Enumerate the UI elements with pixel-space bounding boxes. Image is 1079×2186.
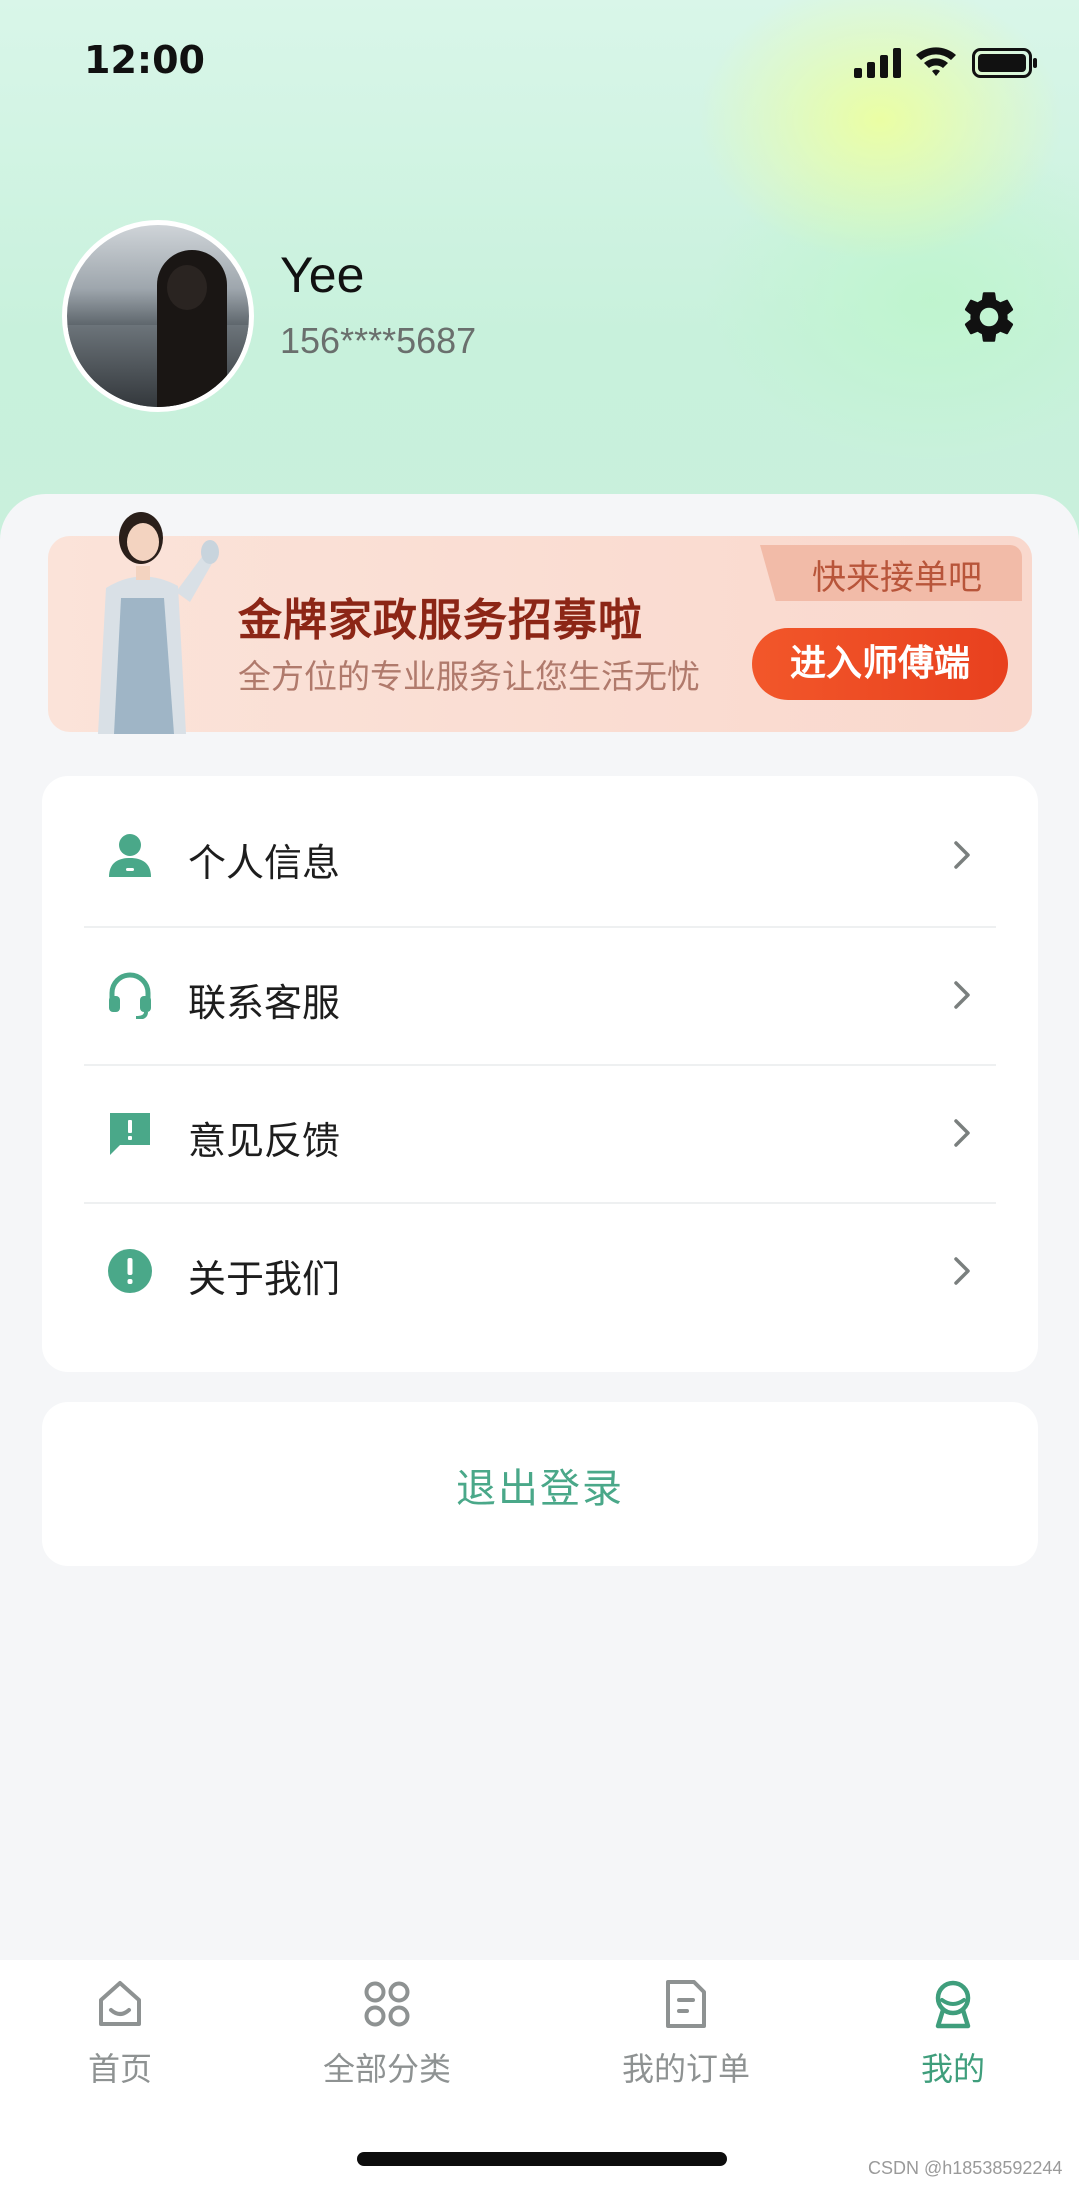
tab-home[interactable]: 首页: [20, 1978, 220, 2098]
logout-button[interactable]: 退出登录: [42, 1402, 1038, 1566]
avatar[interactable]: [62, 220, 254, 412]
home-icon: [99, 1981, 141, 2026]
menu-card: 个人信息 联系客服 意见反馈 关于我们: [42, 776, 1038, 1372]
menu-item-label: 个人信息: [188, 841, 341, 885]
status-bar: 12:00: [0, 0, 1079, 120]
tab-label: 我的: [920, 2050, 985, 2088]
signal-icon: [854, 48, 901, 78]
menu-item-label: 关于我们: [188, 1257, 341, 1301]
feedback-icon: [110, 1113, 150, 1155]
logout-label: 退出登录: [456, 1466, 624, 1512]
menu-item-customer-service[interactable]: 联系客服: [42, 926, 1038, 1064]
settings-icon[interactable]: [958, 286, 1020, 348]
user-phone: 156****5687: [280, 320, 477, 361]
home-indicator: [357, 2152, 727, 2166]
enter-master-button[interactable]: 进入师傅端: [752, 628, 1008, 700]
banner-title: 金牌家政服务招募啦: [238, 595, 643, 646]
battery-icon: [972, 48, 1037, 78]
menu-item-about-us[interactable]: 关于我们: [42, 1202, 1038, 1340]
tab-my-orders[interactable]: 我的订单: [586, 1978, 786, 2098]
tab-label: 全部分类: [322, 2050, 451, 2088]
tab-all-categories[interactable]: 全部分类: [287, 1978, 487, 2098]
headset-icon: [109, 972, 151, 1019]
chevron-right-icon: [954, 1119, 970, 1147]
watermark: CSDN @h18538592244: [868, 2158, 1063, 2178]
housekeeper-illustration: [98, 512, 219, 734]
profile-icon: [935, 1980, 971, 2029]
chevron-right-icon: [954, 981, 970, 1009]
menu-item-personal-info[interactable]: 个人信息: [42, 786, 1038, 924]
banner-subtitle: 全方位的专业服务让您生活无忧: [238, 657, 700, 696]
chevron-right-icon: [954, 841, 970, 869]
tab-label: 首页: [87, 2050, 152, 2088]
person-icon: [109, 834, 151, 877]
user-name: Yee: [280, 247, 365, 303]
category-icon: [364, 1981, 410, 2027]
tab-label: 我的订单: [621, 2050, 750, 2088]
tab-mine[interactable]: 我的: [853, 1978, 1053, 2098]
order-icon: [666, 1980, 706, 2028]
wifi-icon: [916, 47, 956, 76]
menu-item-label: 意见反馈: [188, 1119, 341, 1163]
status-time: 12:00: [84, 38, 205, 82]
info-icon: [108, 1249, 152, 1293]
menu-item-feedback[interactable]: 意见反馈: [42, 1064, 1038, 1202]
chevron-right-icon: [954, 1257, 970, 1285]
banner-tag: 快来接单吧: [812, 558, 982, 598]
menu-item-label: 联系客服: [188, 981, 341, 1025]
avatar-face: [167, 265, 207, 310]
